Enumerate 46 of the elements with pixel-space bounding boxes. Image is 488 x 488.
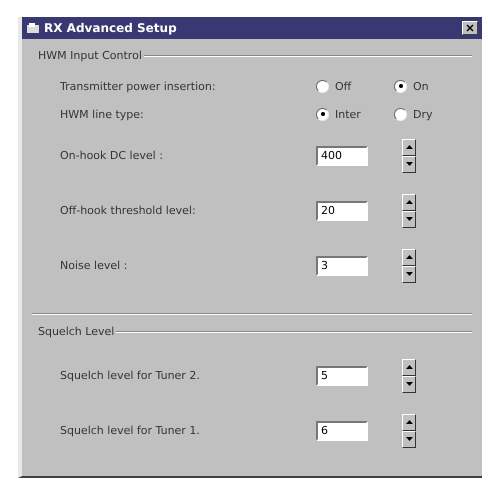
down-arrow-icon bbox=[406, 272, 412, 276]
spin-down-button[interactable] bbox=[402, 266, 416, 282]
radio-option[interactable]: Inter bbox=[316, 108, 394, 120]
radio-option[interactable]: On bbox=[394, 80, 472, 92]
field-label: On-hook DC level : bbox=[60, 149, 164, 162]
input-field[interactable]: 6 bbox=[316, 420, 368, 440]
spin-up-button[interactable] bbox=[402, 358, 416, 376]
field-label: HWM line type: bbox=[60, 108, 145, 120]
input-field[interactable]: 20 bbox=[316, 200, 368, 220]
spin-down-button[interactable] bbox=[402, 156, 416, 172]
radio-button[interactable] bbox=[316, 80, 329, 92]
down-arrow-icon bbox=[406, 437, 412, 441]
input-field[interactable]: 5 bbox=[316, 366, 368, 386]
spin-down-button[interactable] bbox=[402, 210, 416, 228]
radio-option[interactable]: Off bbox=[316, 80, 394, 92]
window-title: RX Advanced Setup bbox=[44, 21, 178, 35]
group-title: HWM Input Control bbox=[37, 49, 142, 62]
spin-down-button[interactable] bbox=[402, 430, 416, 448]
up-arrow-icon bbox=[406, 200, 412, 204]
down-arrow-icon bbox=[406, 162, 412, 166]
field-label: Noise level : bbox=[60, 259, 128, 272]
up-arrow-icon bbox=[406, 420, 412, 424]
group-title: Squelch Level bbox=[37, 325, 114, 338]
down-arrow-icon bbox=[406, 217, 412, 221]
up-arrow-icon bbox=[406, 255, 412, 259]
radio-button[interactable] bbox=[394, 80, 407, 92]
spin-up-button[interactable] bbox=[402, 138, 416, 156]
radio-button[interactable] bbox=[394, 108, 407, 120]
spin-up-button[interactable] bbox=[402, 414, 416, 430]
spin-up-button[interactable] bbox=[402, 194, 416, 210]
app-icon bbox=[26, 22, 40, 34]
down-arrow-icon bbox=[406, 382, 412, 386]
field-label: Transmitter power insertion: bbox=[60, 80, 217, 92]
radio-button[interactable] bbox=[316, 108, 329, 120]
field-label: Squelch level for Tuner 1. bbox=[60, 424, 201, 437]
spin-down-button[interactable] bbox=[402, 376, 416, 392]
input-field[interactable]: 3 bbox=[316, 256, 368, 276]
up-arrow-icon bbox=[406, 145, 412, 149]
field-label: Off-hook threshold level: bbox=[60, 204, 197, 217]
close-icon bbox=[466, 24, 474, 32]
close-button[interactable] bbox=[462, 21, 478, 35]
field-label: Squelch level for Tuner 2. bbox=[60, 369, 201, 382]
input-field[interactable]: 400 bbox=[316, 146, 368, 166]
up-arrow-icon bbox=[406, 365, 412, 369]
spin-up-button[interactable] bbox=[402, 248, 416, 266]
radio-option[interactable]: Dry bbox=[394, 108, 472, 120]
